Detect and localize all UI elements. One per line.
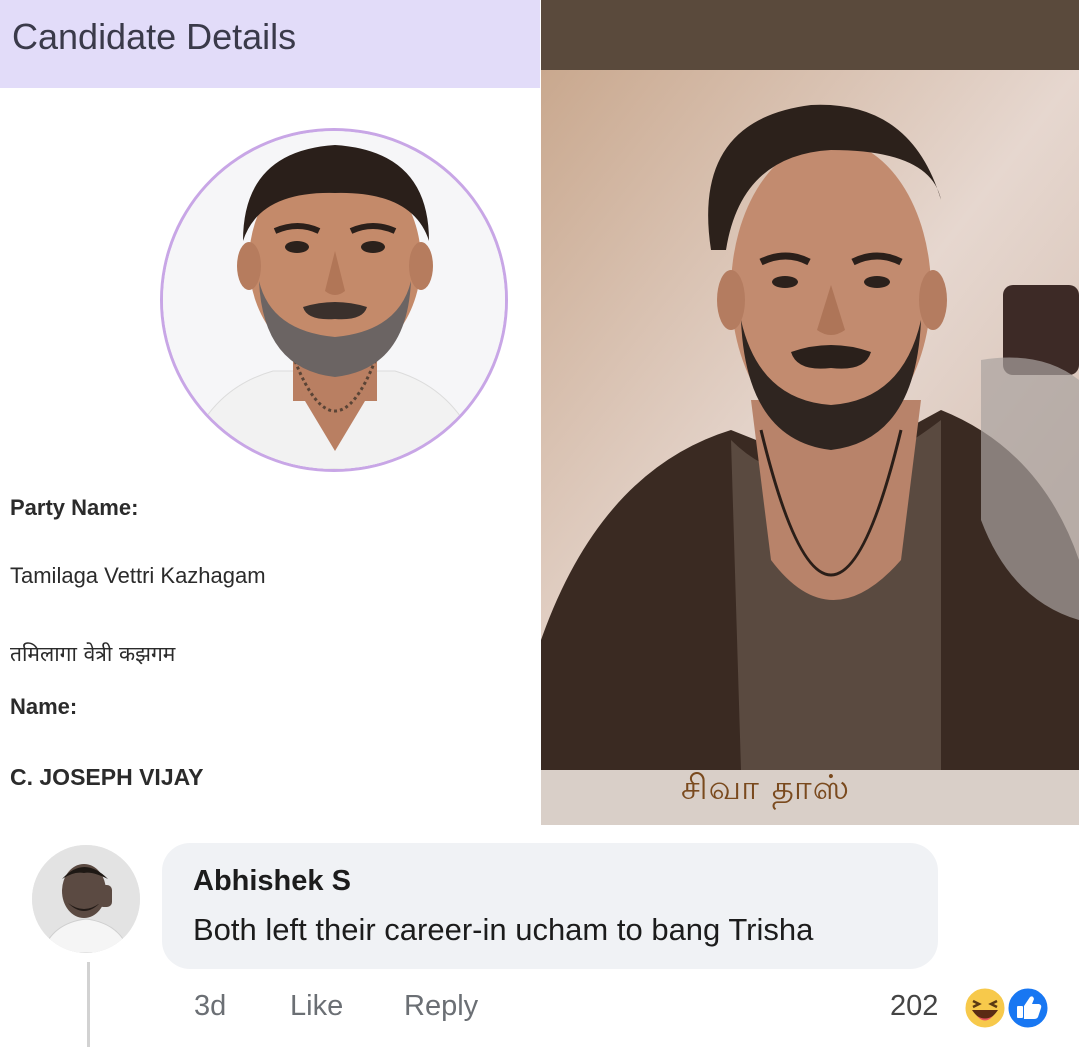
candidate-portrait-image — [163, 131, 505, 469]
candidate-header-bar: Candidate Details — [0, 0, 540, 88]
reply-button[interactable]: Reply — [404, 990, 478, 1023]
candidate-photo — [160, 128, 508, 472]
commenter-avatar[interactable] — [32, 845, 140, 953]
candidate-name-label: Name: — [10, 694, 78, 719]
candidate-name-value: C. JOSEPH VIJAY — [10, 764, 204, 790]
candidate-details-panel: Candidate Details Party Name: Tamilaga V… — [0, 0, 540, 835]
party-name-hindi: तमिलागा वेत्री कझगम — [10, 642, 176, 666]
comment-timestamp[interactable]: 3d — [194, 990, 226, 1023]
poster-caption: சிவா தாஸ் — [681, 768, 851, 808]
poster-image — [541, 0, 1079, 825]
commenter-photo — [32, 845, 140, 953]
like-button[interactable]: Like — [290, 990, 343, 1023]
reaction-count[interactable]: 202 — [890, 990, 938, 1023]
movie-poster-photo: சிவா தாஸ் — [541, 0, 1079, 825]
comment-bubble: Abhishek S Both left their career-in uch… — [162, 843, 938, 969]
party-name-label: Party Name: — [10, 495, 139, 520]
haha-emoji-icon — [962, 985, 1008, 1031]
comment-text: Both left their career-in ucham to bang … — [193, 912, 814, 947]
comment-thread-line — [87, 962, 90, 1047]
page-title: Candidate Details — [12, 16, 297, 57]
party-name-english: Tamilaga Vettri Kazhagam — [10, 563, 266, 588]
like-thumb-icon — [1005, 985, 1051, 1031]
reaction-icons[interactable] — [962, 985, 1054, 1031]
comment-author[interactable]: Abhishek S — [193, 865, 351, 898]
